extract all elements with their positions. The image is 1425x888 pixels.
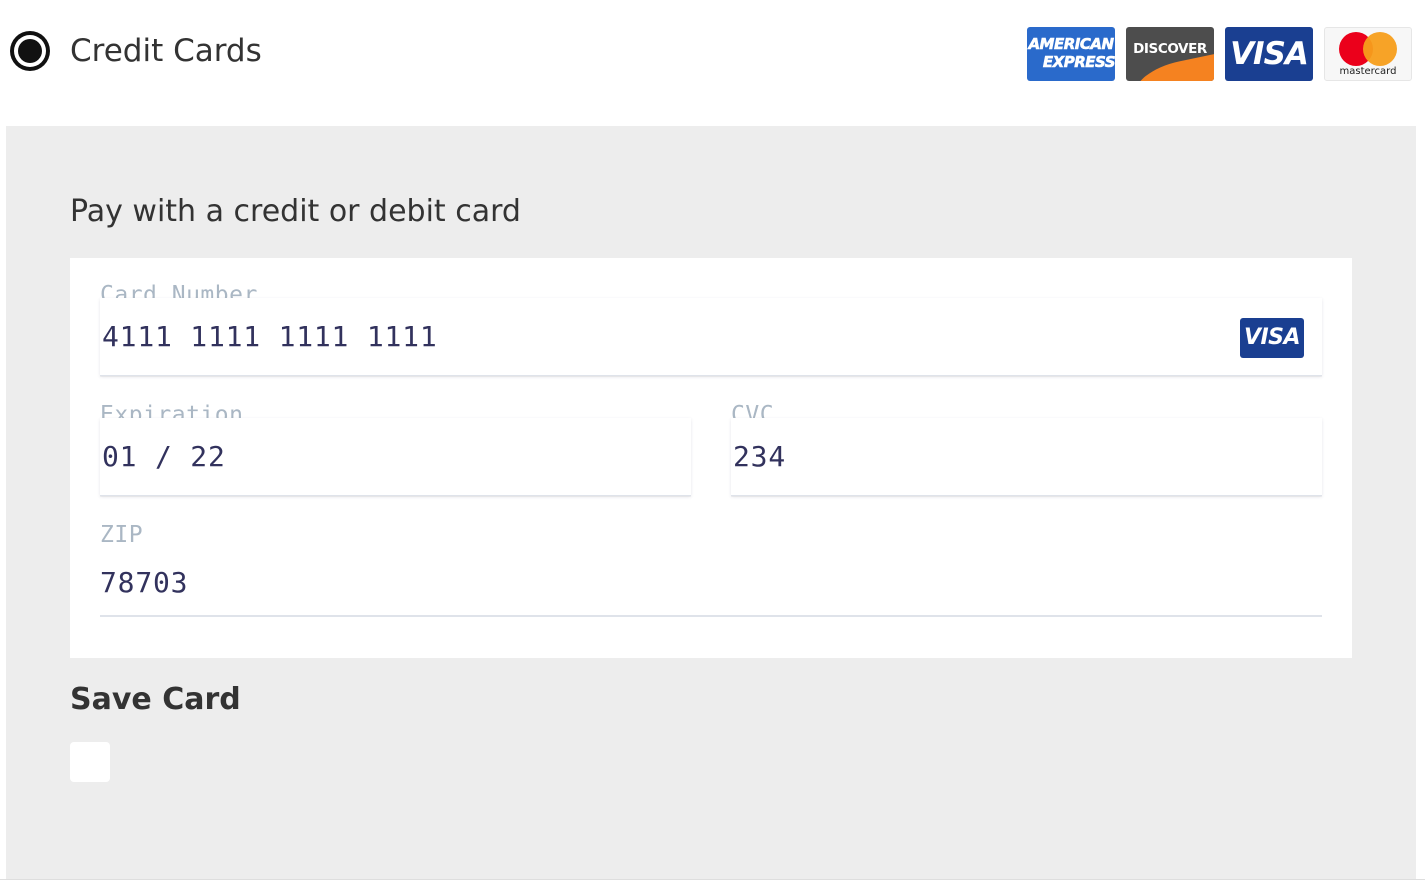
visa-logo: VISA (1225, 27, 1313, 81)
zip-value[interactable]: 78703 (100, 566, 188, 599)
card-form: Card Number 4111 1111 1111 1111 VISA Exp… (70, 258, 1352, 658)
card-payment-panel: Pay with a credit or debit card Card Num… (6, 126, 1416, 879)
radio-selected-dot (18, 39, 42, 63)
mastercard-orange-circle (1363, 32, 1397, 66)
save-card-label: Save Card (70, 682, 241, 717)
cvc-field[interactable]: 234 (731, 418, 1322, 496)
card-number-field[interactable]: 4111 1111 1111 1111 VISA (100, 298, 1322, 376)
amex-logo: AMERICAN EXPRESS (1027, 27, 1115, 81)
payment-method-title[interactable]: Credit Cards (70, 31, 262, 71)
visa-card-icon-text: VISA (1243, 325, 1301, 350)
amex-logo-line2: EXPRESS (1042, 53, 1115, 71)
visa-logo-text: VISA (1230, 36, 1309, 72)
mastercard-logo: mastercard (1324, 27, 1412, 81)
discover-logo: DISCOVER (1126, 27, 1214, 81)
save-card-checkbox[interactable] (70, 742, 110, 782)
discover-logo-text: DISCOVER (1133, 41, 1207, 57)
zip-field-underline (100, 615, 1322, 617)
panel-heading: Pay with a credit or debit card (70, 194, 521, 229)
visa-card-icon: VISA (1240, 318, 1304, 358)
payment-method-header: Credit Cards AMERICAN EXPRESS DISCOVER V… (0, 0, 1425, 126)
expiration-field[interactable]: 01 / 22 (100, 418, 691, 496)
mastercard-logo-text: mastercard (1339, 66, 1397, 77)
card-number-value[interactable]: 4111 1111 1111 1111 (102, 320, 438, 353)
expiration-value[interactable]: 01 / 22 (102, 440, 226, 473)
amex-logo-line1: AMERICAN (1028, 35, 1114, 53)
zip-label: ZIP (100, 522, 144, 548)
credit-cards-radio[interactable] (10, 31, 50, 71)
cvc-value[interactable]: 234 (733, 440, 786, 473)
